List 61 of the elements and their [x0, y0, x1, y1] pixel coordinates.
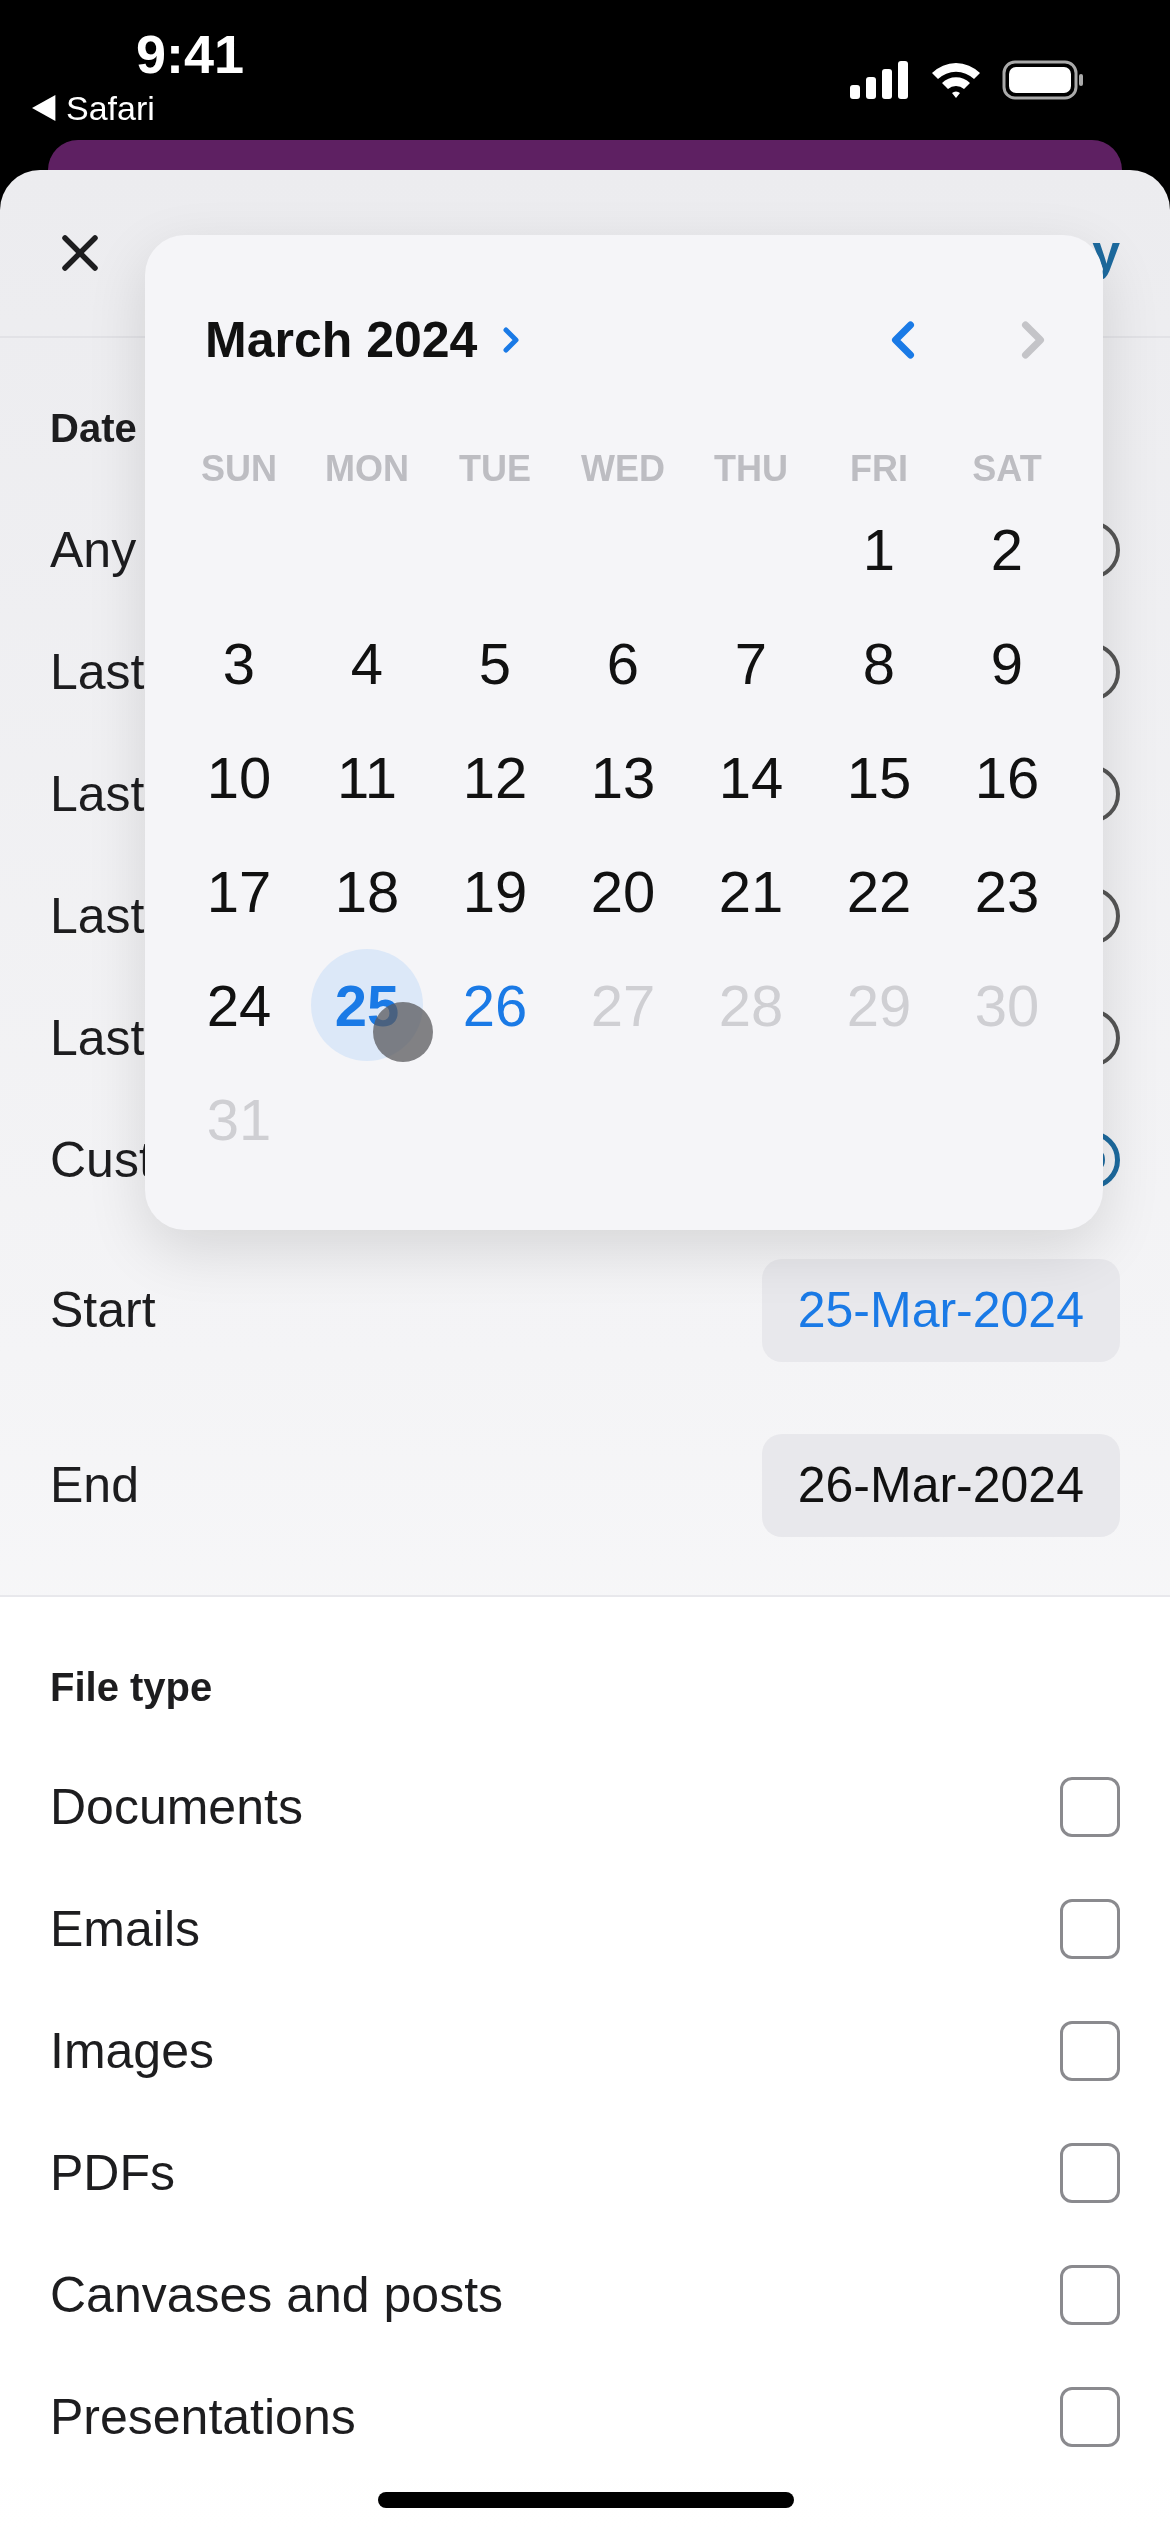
date-field[interactable]: 26-Mar-2024: [761, 1433, 1120, 1537]
file-type-label: Images: [50, 2021, 214, 2081]
weekday-label: SAT: [972, 447, 1042, 491]
calendar-day[interactable]: 19: [439, 835, 551, 947]
calendar-day[interactable]: 16: [951, 721, 1063, 833]
battery-icon: [1002, 60, 1084, 100]
field-label: End: [50, 1455, 139, 1515]
option-label: Last: [50, 1008, 145, 1068]
signal-icon: [850, 61, 910, 99]
calendar-day[interactable]: 21: [695, 835, 807, 947]
month-title-button[interactable]: March 2024: [205, 302, 532, 378]
file-type-label: Presentations: [50, 2387, 356, 2447]
calendar-day[interactable]: 26: [439, 949, 551, 1061]
calendar-day[interactable]: 17: [183, 835, 295, 947]
option-label: Last: [50, 764, 145, 824]
checkbox[interactable]: [1060, 1899, 1120, 1959]
calendar-day[interactable]: 18: [311, 835, 423, 947]
checkbox[interactable]: [1060, 2387, 1120, 2447]
weekday-label: THU: [714, 447, 788, 491]
wifi-icon: [930, 61, 982, 99]
back-triangle-icon: [32, 95, 58, 121]
calendar-day[interactable]: 2: [951, 493, 1063, 605]
calendar-day[interactable]: 6: [567, 607, 679, 719]
calendar-day[interactable]: 15: [823, 721, 935, 833]
file-type-label: Canvases and posts: [50, 2265, 504, 2325]
section-heading: Date: [50, 405, 138, 452]
file-type-label: PDFs: [50, 2143, 175, 2203]
weekday-label: MON: [325, 447, 409, 491]
checkbox[interactable]: [1060, 2021, 1120, 2081]
file-type-label: Documents: [50, 1777, 303, 1837]
calendar-day[interactable]: 7: [695, 607, 807, 719]
weekday-label: WED: [581, 447, 665, 491]
calendar-day[interactable]: 11: [311, 721, 423, 833]
checkbox[interactable]: [1060, 1777, 1120, 1837]
calendar-day[interactable]: 13: [567, 721, 679, 833]
calendar-day[interactable]: 22: [823, 835, 935, 947]
status-time: 9:41: [136, 23, 245, 86]
calendar-day[interactable]: 4: [311, 607, 423, 719]
calendar-day[interactable]: 5: [439, 607, 551, 719]
calendar-day[interactable]: 14: [695, 721, 807, 833]
calendar-day[interactable]: 23: [951, 835, 1063, 947]
calendar-day[interactable]: 9: [951, 607, 1063, 719]
weekday-label: FRI: [850, 447, 908, 491]
calendar-day[interactable]: 3: [183, 607, 295, 719]
calendar-day[interactable]: 20: [567, 835, 679, 947]
weekday-label: TUE: [459, 447, 531, 491]
back-to-app-link[interactable]: Safari: [32, 86, 155, 130]
calendar-day[interactable]: 12: [439, 721, 551, 833]
file-type-label: Emails: [50, 1899, 201, 1959]
option-label: Last: [50, 642, 145, 702]
checkbox[interactable]: [1060, 2265, 1120, 2325]
section-heading: File type: [50, 1664, 214, 1711]
calendar-day[interactable]: 1: [823, 493, 935, 605]
calendar-day[interactable]: 8: [823, 607, 935, 719]
option-label: Last: [50, 886, 145, 946]
option-label: Any: [50, 520, 137, 580]
calendar-day[interactable]: 10: [183, 721, 295, 833]
field-label: Start: [50, 1280, 156, 1340]
weekday-label: SUN: [201, 447, 277, 491]
checkbox[interactable]: [1060, 2143, 1120, 2203]
calendar-day[interactable]: 24: [183, 949, 295, 1061]
